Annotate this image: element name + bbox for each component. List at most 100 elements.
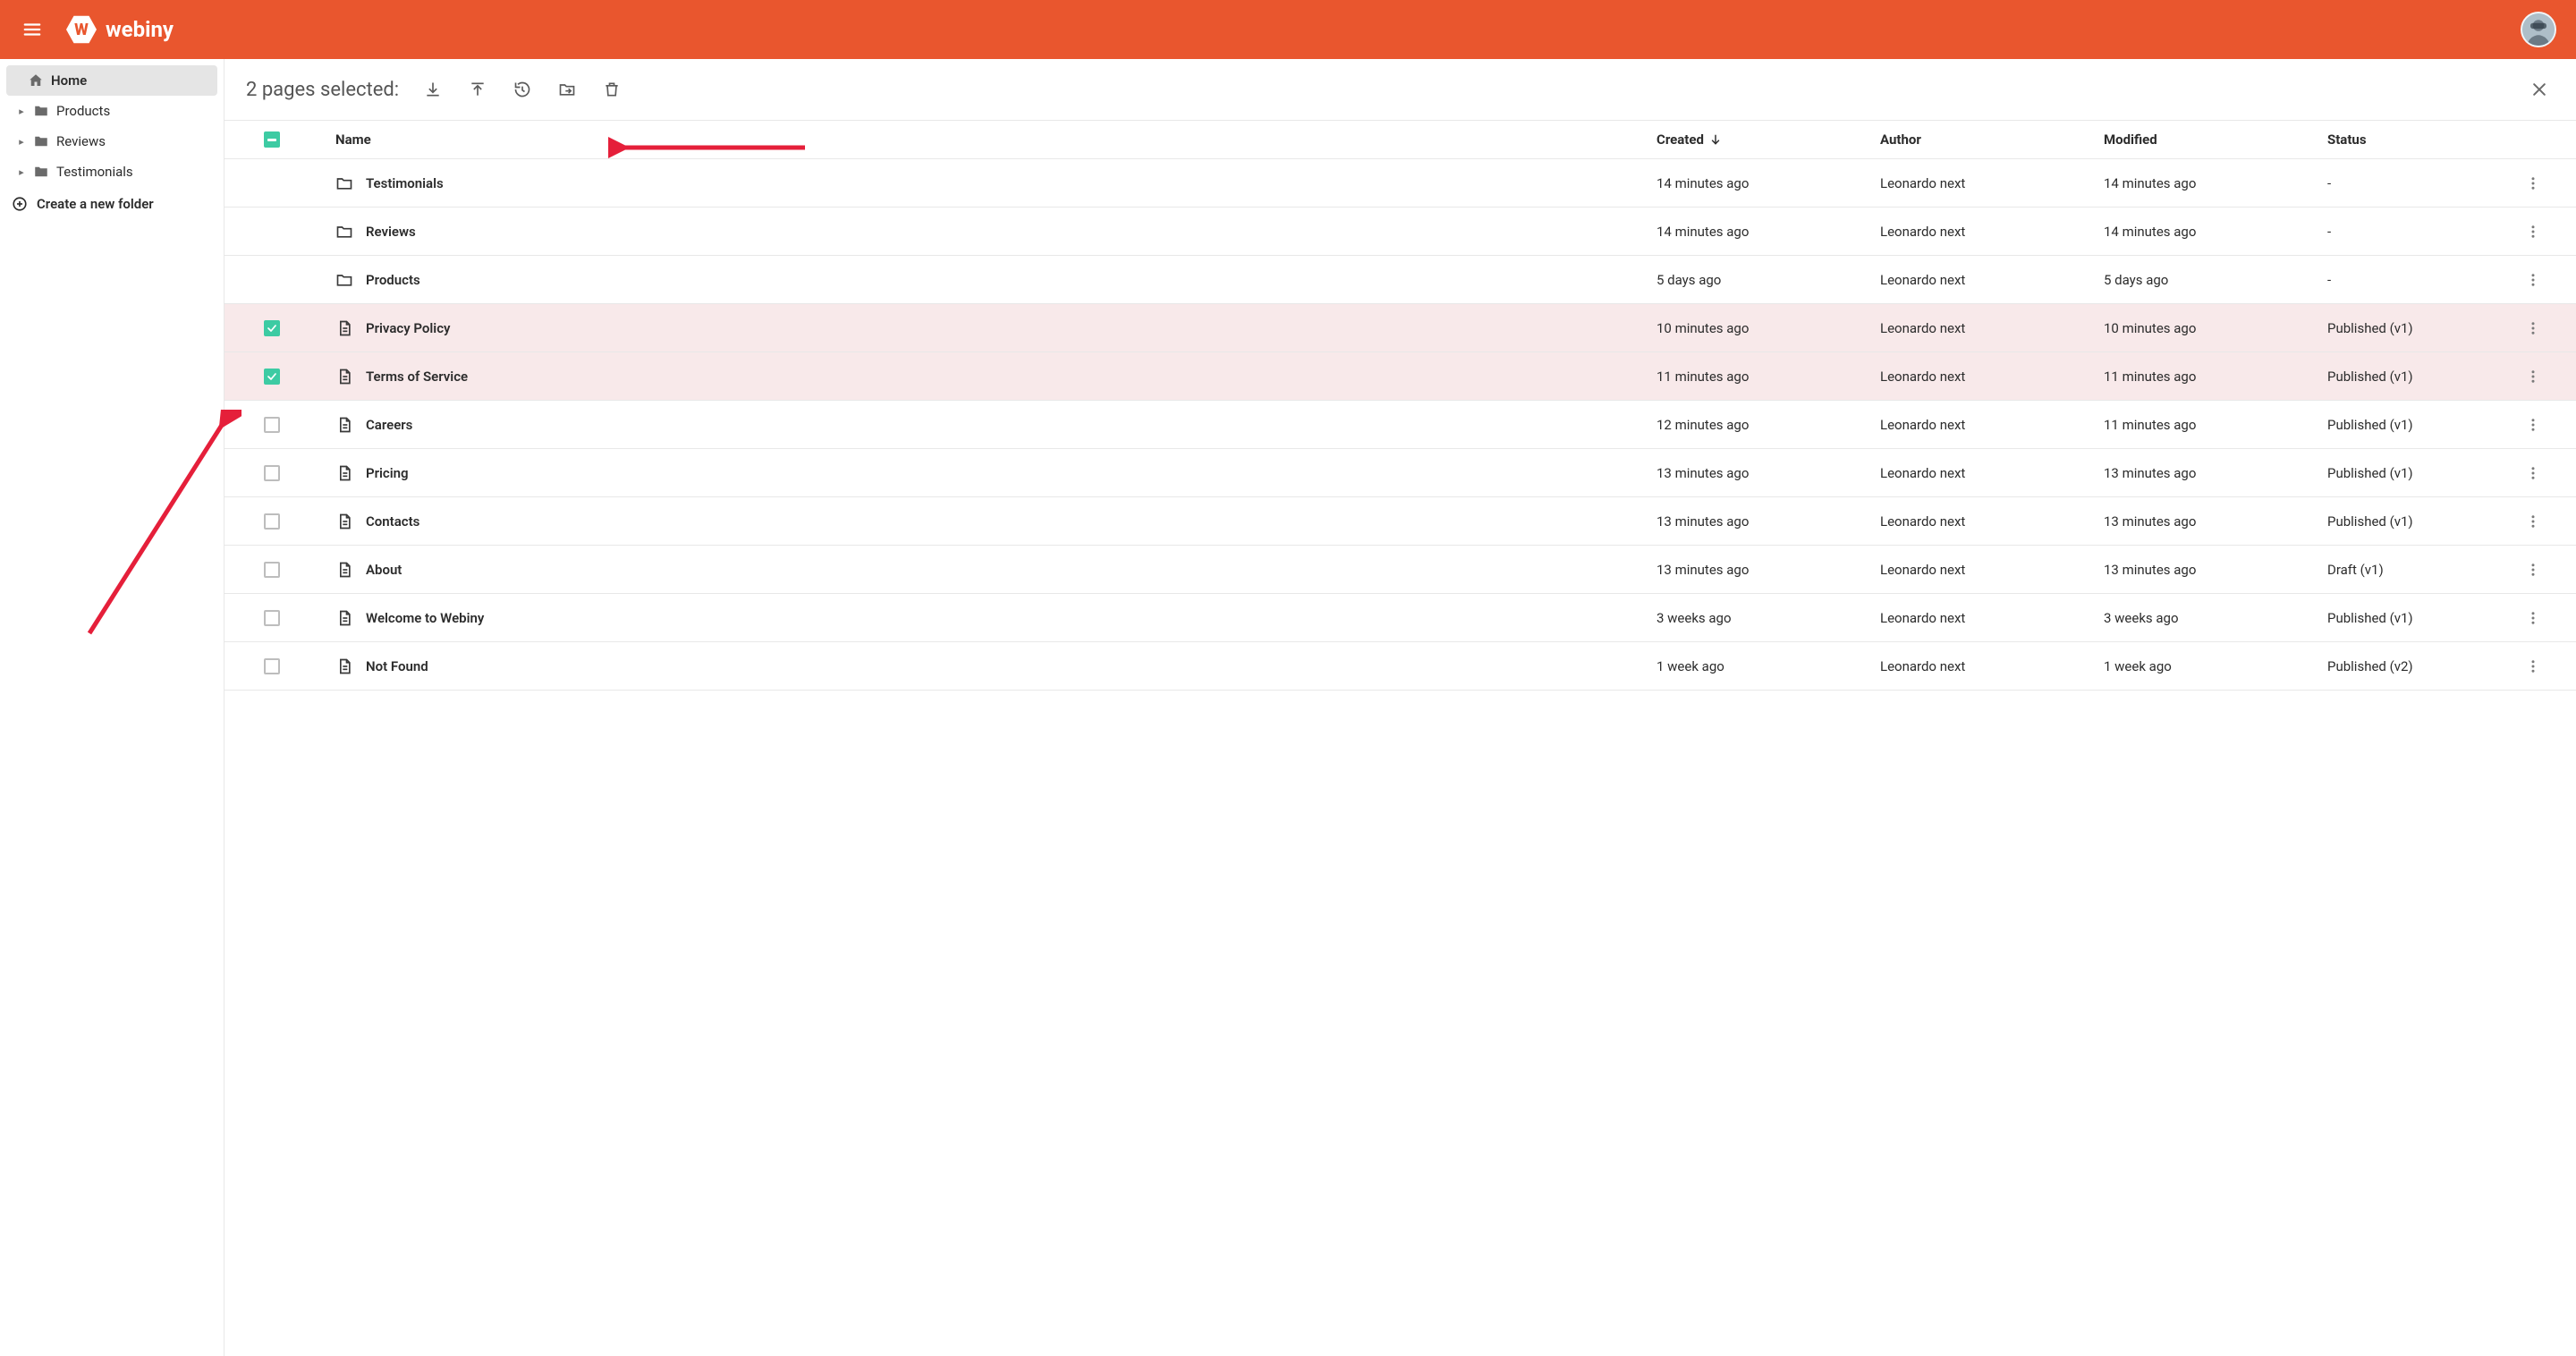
- table-row[interactable]: About13 minutes agoLeonardo next13 minut…: [225, 546, 2576, 594]
- brand-logo[interactable]: W webiny: [66, 14, 174, 45]
- column-header-author[interactable]: Author: [1880, 131, 2104, 148]
- row-status: Published (v1): [2327, 369, 2506, 385]
- row-actions-button[interactable]: [2506, 562, 2560, 578]
- sidebar-item-home[interactable]: Home: [6, 65, 217, 96]
- unpublish-button[interactable]: [504, 72, 540, 107]
- row-actions-button[interactable]: [2506, 175, 2560, 191]
- row-actions-button[interactable]: [2506, 224, 2560, 240]
- table-row[interactable]: Products5 days agoLeonardo next5 days ag…: [225, 256, 2576, 304]
- page-icon: [335, 464, 353, 482]
- row-checkbox[interactable]: [264, 513, 280, 530]
- table-row[interactable]: Not Found1 week agoLeonardo next1 week a…: [225, 642, 2576, 691]
- row-name: Privacy Policy: [366, 320, 450, 336]
- row-name: Terms of Service: [366, 369, 468, 385]
- row-checkbox[interactable]: [264, 658, 280, 674]
- download-icon: [424, 81, 442, 98]
- folder-icon: [335, 223, 353, 241]
- column-header-label: Status: [2327, 131, 2367, 148]
- row-checkbox[interactable]: [264, 465, 280, 481]
- table-row[interactable]: Testimonials14 minutes agoLeonardo next1…: [225, 159, 2576, 208]
- brand-name: webiny: [106, 17, 174, 42]
- sidebar-item-products[interactable]: ▸ Products: [6, 96, 217, 126]
- sidebar-item-reviews[interactable]: ▸ Reviews: [6, 126, 217, 157]
- export-button[interactable]: [415, 72, 451, 107]
- row-actions-button[interactable]: [2506, 610, 2560, 626]
- folder-tree-sidebar: Home ▸ Products ▸ Reviews ▸: [0, 59, 225, 1356]
- row-modified: 14 minutes ago: [2104, 175, 2327, 191]
- row-status: Published (v2): [2327, 658, 2506, 674]
- row-checkbox[interactable]: [264, 320, 280, 336]
- row-actions-button[interactable]: [2506, 369, 2560, 385]
- folder-icon: [335, 174, 353, 192]
- delete-button[interactable]: [594, 72, 630, 107]
- create-folder-button[interactable]: Create a new folder: [6, 187, 217, 221]
- move-button[interactable]: [549, 72, 585, 107]
- row-created: 10 minutes ago: [1657, 320, 1880, 336]
- row-created: 5 days ago: [1657, 272, 1880, 288]
- row-author: Leonardo next: [1880, 224, 2104, 240]
- row-author: Leonardo next: [1880, 562, 2104, 578]
- close-selection-button[interactable]: [2524, 74, 2555, 105]
- row-actions-button[interactable]: [2506, 320, 2560, 336]
- row-actions-button[interactable]: [2506, 272, 2560, 288]
- hamburger-icon: [22, 20, 42, 39]
- row-checkbox[interactable]: [264, 369, 280, 385]
- sidebar-item-label: Testimonials: [56, 164, 133, 180]
- caret-icon[interactable]: ▸: [17, 136, 26, 148]
- app-header: W webiny: [0, 0, 2576, 59]
- row-created: 14 minutes ago: [1657, 224, 1880, 240]
- row-name: Testimonials: [366, 175, 444, 191]
- row-author: Leonardo next: [1880, 417, 2104, 433]
- row-actions-button[interactable]: [2506, 513, 2560, 530]
- table-row[interactable]: Pricing13 minutes agoLeonardo next13 min…: [225, 449, 2576, 497]
- avatar-icon: [2522, 12, 2555, 47]
- column-header-status[interactable]: Status: [2327, 131, 2506, 148]
- column-header-name[interactable]: Name: [303, 131, 1657, 148]
- row-status: Draft (v1): [2327, 562, 2506, 578]
- row-name: About: [366, 562, 402, 578]
- table-body: Testimonials14 minutes agoLeonardo next1…: [225, 159, 2576, 691]
- row-created: 12 minutes ago: [1657, 417, 1880, 433]
- history-icon: [513, 81, 531, 98]
- table-row[interactable]: Privacy Policy10 minutes agoLeonardo nex…: [225, 304, 2576, 352]
- table-row[interactable]: Welcome to Webiny3 weeks agoLeonardo nex…: [225, 594, 2576, 642]
- row-status: -: [2327, 224, 2506, 240]
- selection-count-label: 2 pages selected:: [246, 79, 399, 101]
- row-name: Careers: [366, 417, 412, 433]
- row-modified: 3 weeks ago: [2104, 610, 2327, 626]
- row-created: 14 minutes ago: [1657, 175, 1880, 191]
- page-icon: [335, 561, 353, 579]
- row-status: Published (v1): [2327, 417, 2506, 433]
- column-header-modified[interactable]: Modified: [2104, 131, 2327, 148]
- row-name: Not Found: [366, 658, 428, 674]
- column-header-label: Author: [1880, 131, 1921, 148]
- row-actions-button[interactable]: [2506, 465, 2560, 481]
- page-icon: [335, 657, 353, 675]
- row-status: Published (v1): [2327, 465, 2506, 481]
- folder-icon: [33, 103, 49, 119]
- row-name: Reviews: [366, 224, 416, 240]
- row-checkbox[interactable]: [264, 610, 280, 626]
- column-header-label: Modified: [2104, 131, 2157, 148]
- row-actions-button[interactable]: [2506, 658, 2560, 674]
- column-header-created[interactable]: Created: [1657, 131, 1880, 148]
- row-modified: 5 days ago: [2104, 272, 2327, 288]
- caret-icon[interactable]: ▸: [17, 106, 26, 117]
- select-all-checkbox[interactable]: [264, 131, 280, 148]
- row-author: Leonardo next: [1880, 369, 2104, 385]
- table-row[interactable]: Reviews14 minutes agoLeonardo next14 min…: [225, 208, 2576, 256]
- row-checkbox[interactable]: [264, 562, 280, 578]
- publish-button[interactable]: [460, 72, 496, 107]
- row-actions-button[interactable]: [2506, 417, 2560, 433]
- caret-icon[interactable]: ▸: [17, 166, 26, 178]
- user-avatar[interactable]: [2521, 12, 2556, 47]
- row-checkbox[interactable]: [264, 417, 280, 433]
- column-header-label: Name: [335, 131, 371, 148]
- folder-icon: [33, 133, 49, 149]
- hamburger-menu-button[interactable]: [14, 12, 50, 47]
- sort-desc-icon: [1709, 133, 1722, 146]
- sidebar-item-testimonials[interactable]: ▸ Testimonials: [6, 157, 217, 187]
- table-row[interactable]: Terms of Service11 minutes agoLeonardo n…: [225, 352, 2576, 401]
- table-row[interactable]: Careers12 minutes agoLeonardo next11 min…: [225, 401, 2576, 449]
- table-row[interactable]: Contacts13 minutes agoLeonardo next13 mi…: [225, 497, 2576, 546]
